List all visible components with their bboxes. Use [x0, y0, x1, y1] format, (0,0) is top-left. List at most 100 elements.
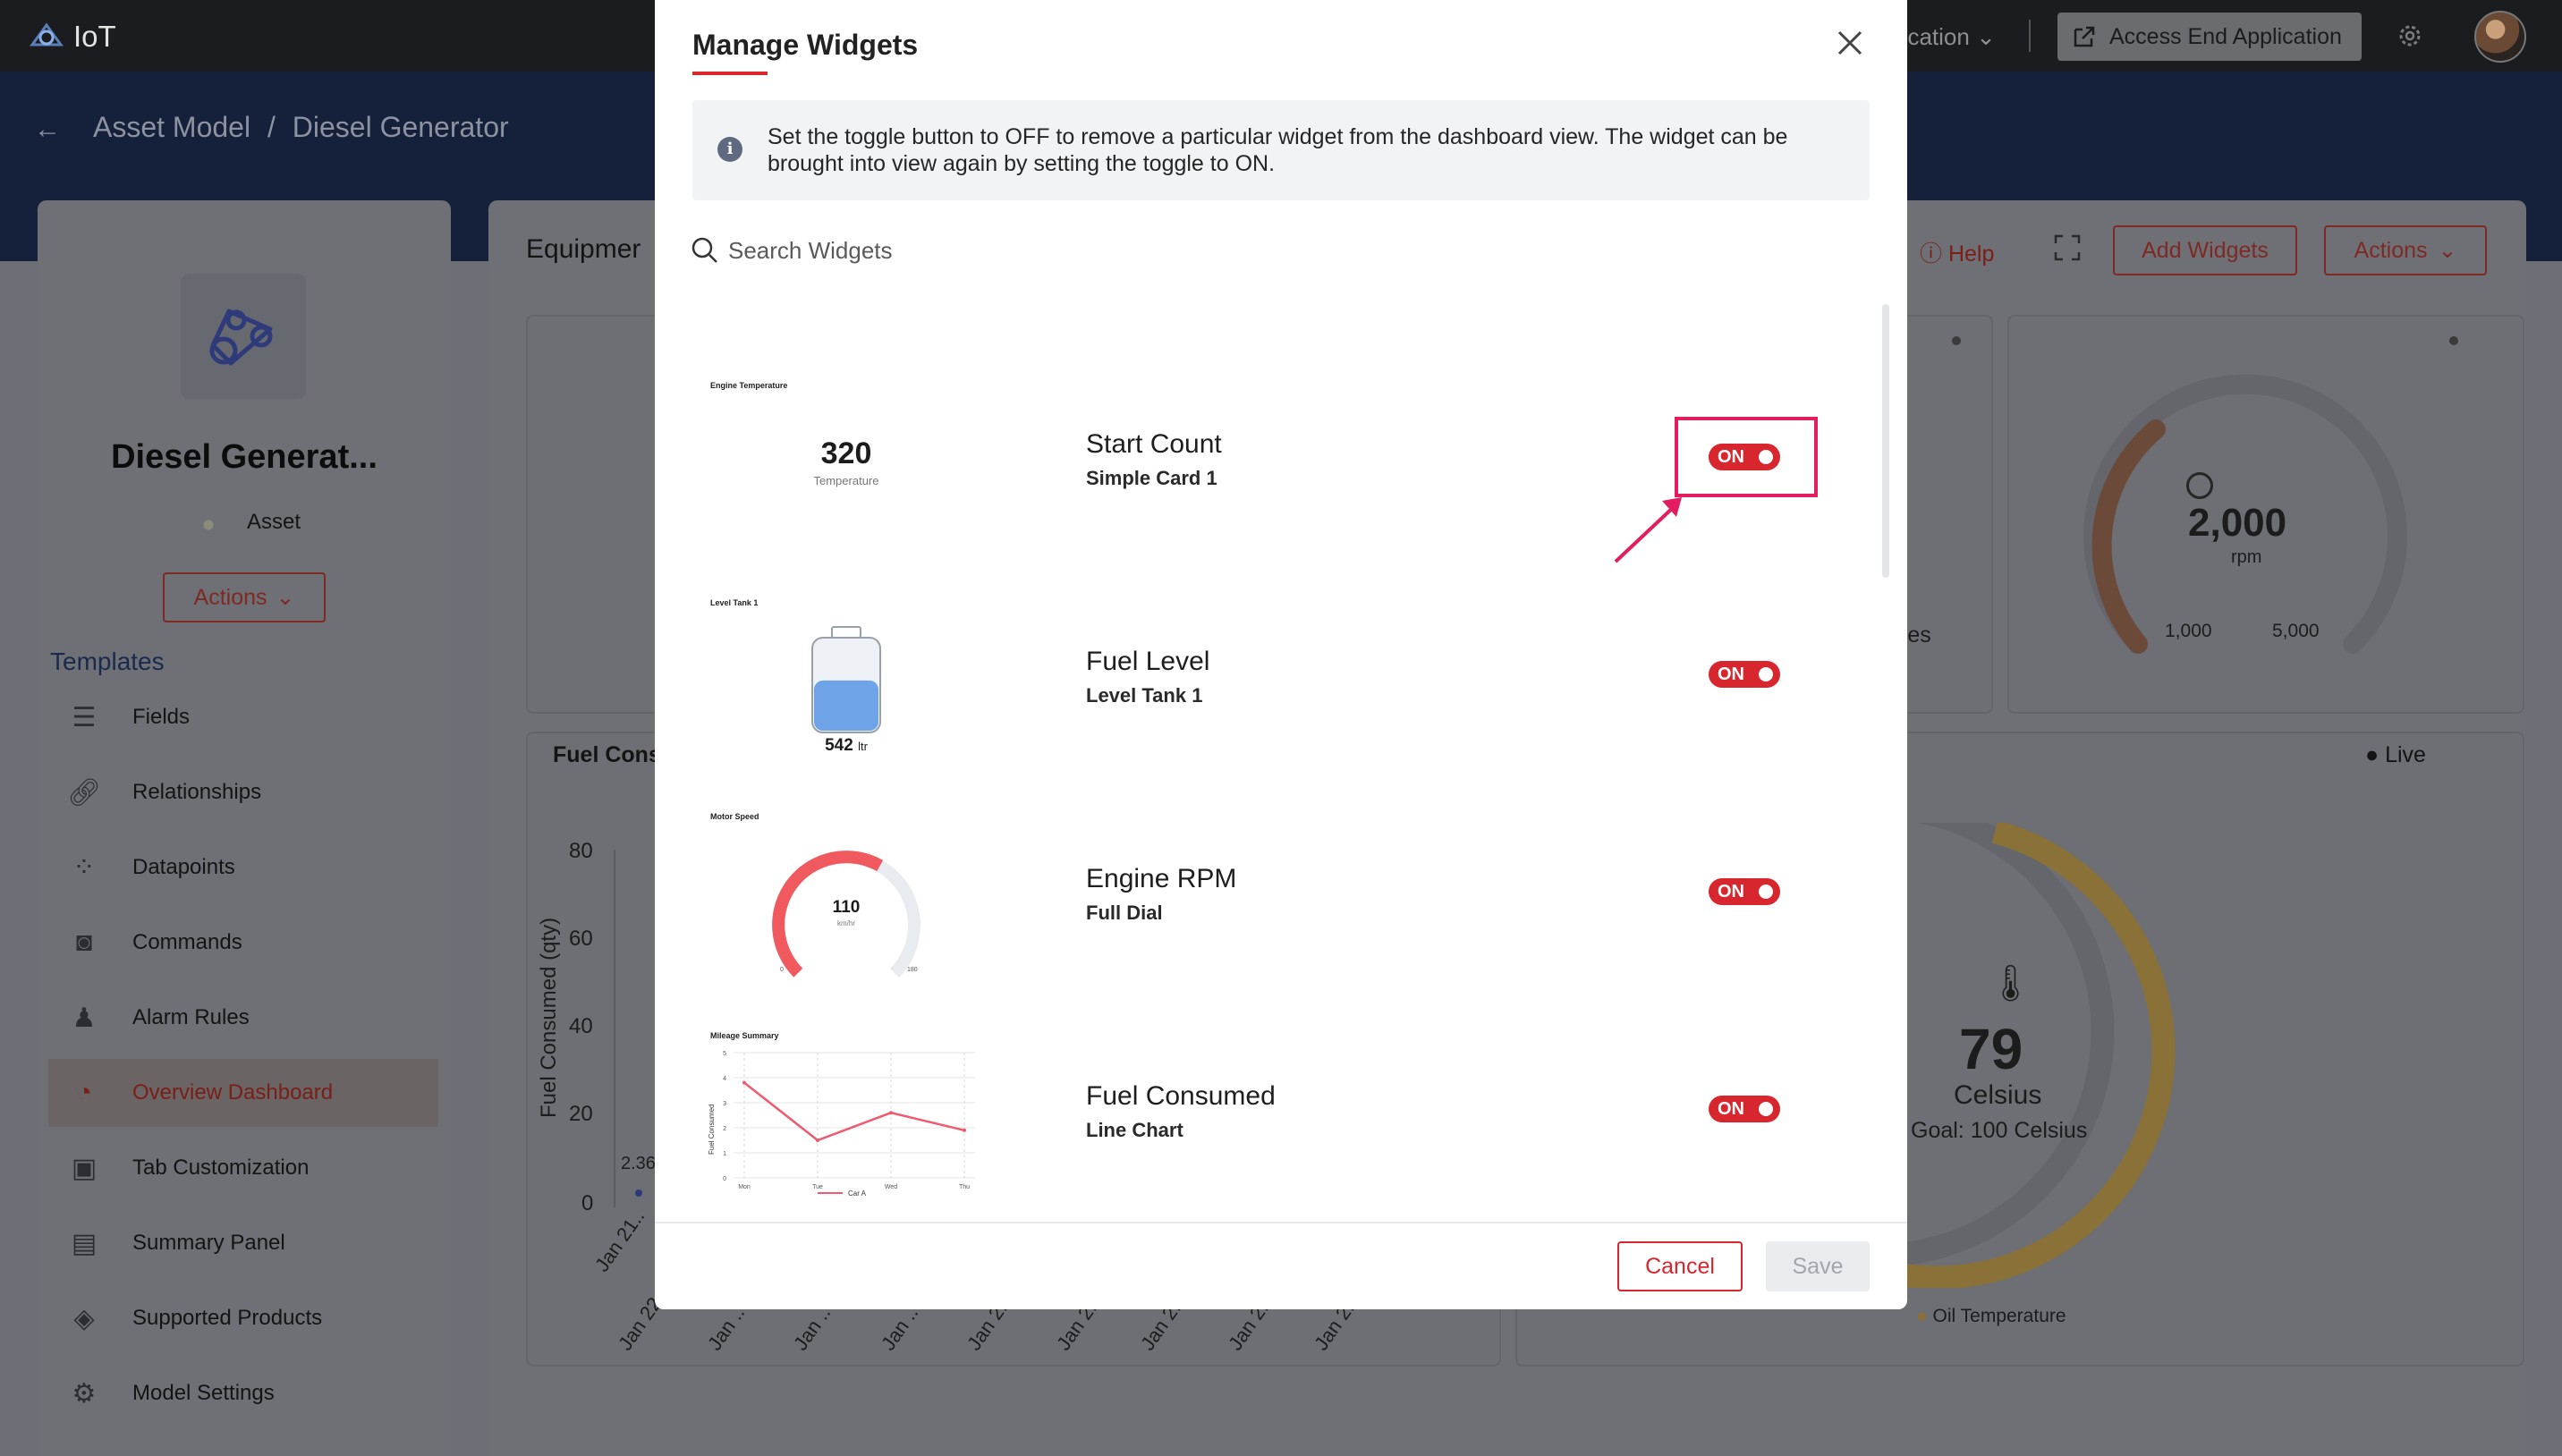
sidebar-item-label: Summary Panel — [132, 1231, 285, 1255]
widget-toggle[interactable]: ON — [1709, 1096, 1780, 1122]
sidebar-item-label: Commands — [132, 930, 242, 954]
sidebar-item-datapoints[interactable]: ⁘ Datapoints — [48, 834, 438, 902]
widget-row-engine-rpm: Motor Speed 110 km/hr 0 180 Engine RPM F… — [692, 783, 1873, 1001]
speedometer-icon — [2186, 472, 2213, 499]
dial-min: 0 — [780, 967, 784, 973]
fuel-y-axis-label: Fuel Consumed (qty) — [537, 917, 561, 1118]
sidebar-item-label: Alarm Rules — [132, 1005, 250, 1029]
x-tick-label: Tue — [812, 1184, 823, 1190]
toggle-knob — [1759, 885, 1773, 899]
info-icon: i — [717, 137, 742, 162]
toggle-knob — [1759, 667, 1773, 681]
app-title[interactable]: IoT — [73, 20, 116, 54]
modal-title: Manage Widgets — [692, 29, 919, 61]
status-dot — [2449, 336, 2458, 345]
data-point — [889, 1111, 893, 1115]
data-point — [742, 1080, 746, 1085]
legend-label: Car A — [848, 1189, 867, 1198]
asset-name: Diesel Generat... — [111, 438, 378, 476]
toggle-label: ON — [1718, 664, 1744, 684]
scrollbar[interactable] — [1882, 304, 1889, 578]
application-switcher[interactable]: ucation ⌄ — [1895, 23, 1996, 51]
y-tick-label: 5 — [723, 1051, 726, 1057]
series-line-car-a — [743, 1081, 965, 1142]
sidebar-item-model-settings[interactable]: ⚙︎ Model Settings — [48, 1359, 438, 1427]
sidebar-item-fields[interactable]: ☰ Fields — [48, 683, 438, 751]
sidebar-item-overview-dashboard[interactable]: ◔ Overview Dashboard — [48, 1059, 438, 1127]
y-tick-label: 3 — [723, 1101, 726, 1107]
sidebar-item-supported-products[interactable]: ◈ Supported Products — [48, 1284, 438, 1352]
tank-graphic — [811, 626, 881, 733]
cancel-button[interactable]: Cancel — [1617, 1241, 1743, 1291]
dashboard-title: Equipmer — [526, 234, 641, 264]
asset-actions-button[interactable]: Actions ⌄ — [163, 572, 326, 622]
help-link[interactable]: ⓘ Help — [1920, 236, 1994, 268]
rpm-value: 2,000 — [2188, 501, 2287, 545]
widget-type: Level Tank 1 — [1086, 684, 1203, 707]
chevron-down-icon: ⌄ — [276, 585, 295, 610]
belt-drive-icon — [209, 309, 273, 366]
sidebar-item-tab-customization[interactable]: ▣ Tab Customization — [48, 1134, 438, 1202]
tank-value: 542 — [825, 736, 853, 755]
sidebar-item-label: Overview Dashboard — [132, 1080, 334, 1105]
y-tick-label: 2 — [723, 1126, 726, 1132]
user-avatar[interactable] — [2474, 11, 2526, 63]
thumb-caption: Temperature — [813, 474, 879, 487]
modal-footer-divider — [655, 1222, 1907, 1223]
dashboard-actions-button[interactable]: Actions ⌄ — [2324, 225, 2487, 275]
settings-gear-icon[interactable] — [2394, 20, 2426, 52]
add-widgets-button[interactable]: Add Widgets — [2113, 225, 2297, 275]
widget-name: Start Count — [1086, 429, 1222, 459]
thumb-title: Engine Temperature — [710, 381, 788, 390]
status-dot — [1952, 336, 1961, 345]
sidebar-item-label: Relationships — [132, 780, 262, 804]
sidebar-item-commands[interactable]: ◙ Commands — [48, 909, 438, 977]
sidebar-item-relationships[interactable]: 🔗︎ Relationships — [48, 758, 438, 826]
tab-icon: ▣ — [71, 1153, 98, 1183]
external-link-icon — [2074, 26, 2095, 47]
y-tick: 0 — [581, 1191, 594, 1215]
temperature-goal: Goal: 100 Celsius — [1911, 1118, 2088, 1143]
asset-actions-label: Actions — [193, 584, 267, 610]
temperature-legend: ● Oil Temperature — [1916, 1306, 2066, 1327]
access-end-application-button[interactable]: Access End Application — [2057, 13, 2362, 61]
sidebar-item-label: Tab Customization — [132, 1155, 310, 1180]
fuel-card-title: Fuel Cons — [553, 742, 661, 767]
breadcrumb-parent[interactable]: Asset Model — [93, 111, 250, 143]
tank-readout: 542 ltr — [692, 736, 1000, 756]
y-tick: 40 — [569, 1014, 593, 1038]
y-tick-label: 1 — [723, 1151, 726, 1157]
widget-toggle[interactable]: ON — [1709, 878, 1780, 905]
y-axis-label: Fuel Consumed — [708, 1105, 716, 1155]
info-text: Set the toggle button to OFF to remove a… — [768, 124, 1788, 176]
sidebar-item-alarm-rules[interactable]: ♟︎ Alarm Rules — [48, 984, 438, 1052]
sidebar-item-summary-panel[interactable]: ▤ Summary Panel — [48, 1209, 438, 1277]
expand-icon[interactable] — [2052, 233, 2083, 263]
close-icon[interactable] — [1832, 25, 1868, 61]
search-widgets-input[interactable] — [728, 233, 1265, 268]
thumb-title: Motor Speed — [710, 812, 759, 821]
toggle-knob — [1759, 1102, 1773, 1116]
help-label: Help — [1947, 241, 1995, 267]
back-arrow-icon[interactable]: ← — [34, 114, 61, 145]
temperature-value: 79 — [1959, 1017, 2023, 1081]
temperature-unit: Celsius — [1954, 1080, 2042, 1110]
modal-title-underline — [692, 72, 768, 75]
fields-icon: ☰ — [72, 702, 97, 732]
templates-heading: Templates — [50, 648, 165, 675]
widget-row-fuel-level: Level Tank 1 542 ltr Fuel Level Level Ta… — [692, 566, 1873, 783]
dashboard-icon: ◔ — [75, 1078, 93, 1107]
access-end-application-label: Access End Application — [2109, 23, 2342, 49]
temperature-legend-label: Oil Temperature — [1932, 1306, 2066, 1326]
sidebar-item-label: Fields — [132, 705, 191, 729]
search-icon — [691, 237, 717, 263]
live-indicator: ● Live — [2365, 742, 2426, 768]
save-button[interactable]: Save — [1766, 1241, 1870, 1291]
legend-dot-icon: ● — [1916, 1306, 1928, 1326]
widget-type: Simple Card 1 — [1086, 467, 1217, 489]
asset-model-icon — [181, 274, 306, 399]
widget-thumbnail-simple-card: Engine Temperature 320 Temperature — [692, 349, 1000, 566]
gear-icon: ⚙︎ — [72, 1378, 97, 1409]
widget-toggle[interactable]: ON — [1709, 661, 1780, 688]
x-tick-label: Mon — [738, 1184, 751, 1190]
